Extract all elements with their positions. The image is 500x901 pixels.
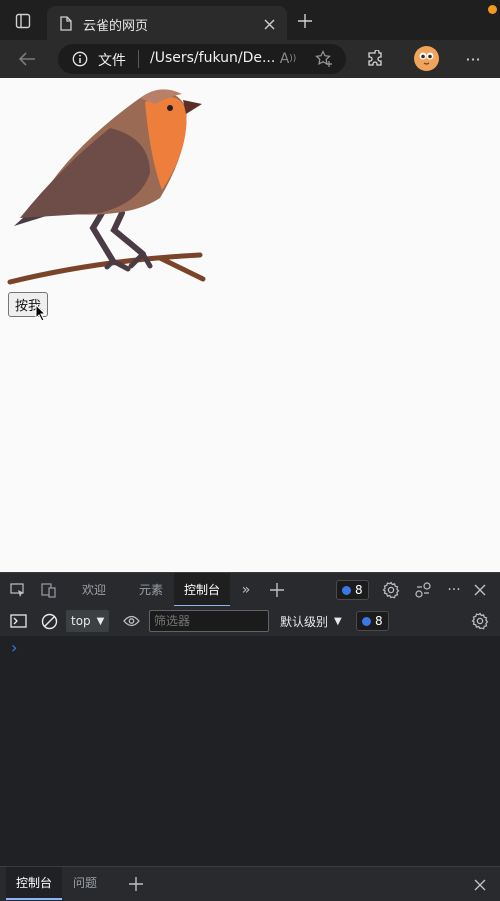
mouse-cursor-icon <box>35 304 47 322</box>
info-icon[interactable] <box>72 51 88 67</box>
tab-console[interactable]: 控制台 <box>174 573 230 607</box>
read-aloud-icon[interactable]: A)) <box>278 50 298 68</box>
message-icon <box>342 585 351 595</box>
console-output[interactable]: › <box>0 636 500 866</box>
close-drawer-icon[interactable] <box>472 877 488 893</box>
avatar-face-icon <box>419 52 434 65</box>
clear-console-icon[interactable] <box>40 612 58 630</box>
messages-badge[interactable]: 8 <box>356 611 389 631</box>
browser-tab[interactable]: 云雀的网页 <box>47 6 287 40</box>
tab-strip: 云雀的网页 <box>0 0 500 40</box>
drawer-tab-bar: 控制台 问题 <box>0 866 500 901</box>
drawer-tab-console[interactable]: 控制台 <box>6 867 63 900</box>
close-tab-icon[interactable] <box>261 16 277 32</box>
messages-count: 8 <box>375 614 383 628</box>
console-prompt-icon: › <box>11 638 18 657</box>
context-selector[interactable]: top ▼ <box>66 610 110 632</box>
page-content: 按我 <box>0 78 500 572</box>
console-toolbar: top ▼ 默认级别 ▼ 8 <box>0 606 500 637</box>
log-level-value: 默认级别 <box>280 615 329 629</box>
toolbar: 文件 /Users/fukun/De... A)) ··· <box>0 40 500 78</box>
tab-actions-icon[interactable] <box>14 12 32 30</box>
address-divider <box>138 50 139 68</box>
address-bar[interactable]: 文件 /Users/fukun/De... A)) <box>58 44 346 74</box>
context-value: top <box>71 614 91 628</box>
filter-input[interactable] <box>149 610 269 632</box>
live-expression-eye-icon[interactable] <box>122 613 140 629</box>
drawer-add-tool-icon[interactable] <box>128 876 144 892</box>
settings-gear-icon[interactable] <box>382 581 400 599</box>
message-icon <box>362 616 371 626</box>
inspect-element-icon[interactable] <box>9 582 27 598</box>
device-emulation-icon[interactable] <box>40 582 58 598</box>
more-options-icon[interactable]: ··· <box>462 49 484 69</box>
more-tabs-icon[interactable]: » <box>238 582 254 598</box>
log-level-selector[interactable]: 默认级别 ▼ <box>280 613 342 630</box>
robin-bird-image <box>7 89 206 285</box>
address-info-label: 文件 <box>98 53 126 69</box>
favorite-add-icon[interactable] <box>314 50 334 68</box>
devtools-more-icon[interactable]: ··· <box>444 581 464 599</box>
close-devtools-icon[interactable] <box>472 582 488 598</box>
issues-count: 8 <box>355 583 363 597</box>
notification-dot <box>488 5 497 14</box>
extensions-icon[interactable] <box>364 49 386 69</box>
sidebar-toggle-icon[interactable] <box>9 612 27 630</box>
devtools-tab-bar: 欢迎 元素 控制台 » 8 ··· <box>0 572 500 608</box>
dropdown-caret-icon: ▼ <box>96 615 105 627</box>
address-url: /Users/fukun/De... <box>150 50 276 66</box>
add-tool-icon[interactable] <box>268 581 286 599</box>
tab-welcome[interactable]: 欢迎 <box>82 573 110 607</box>
tab-title: 云雀的网页 <box>83 19 149 34</box>
issues-badge[interactable]: 8 <box>336 580 369 600</box>
connections-icon[interactable] <box>414 581 432 599</box>
devtools-panel: 欢迎 元素 控制台 » 8 ··· top ▼ 筛选器 默认级别 ▼ 8 › 控… <box>0 572 500 901</box>
level-caret-icon: ▼ <box>334 616 342 627</box>
tab-elements[interactable]: 元素 <box>139 573 167 607</box>
drawer-tab-issues[interactable]: 问题 <box>73 867 97 900</box>
profile-avatar[interactable] <box>414 46 439 71</box>
back-icon[interactable] <box>16 49 38 69</box>
page-icon <box>59 15 73 31</box>
new-tab-icon[interactable] <box>296 12 314 30</box>
console-settings-icon[interactable] <box>471 612 489 630</box>
